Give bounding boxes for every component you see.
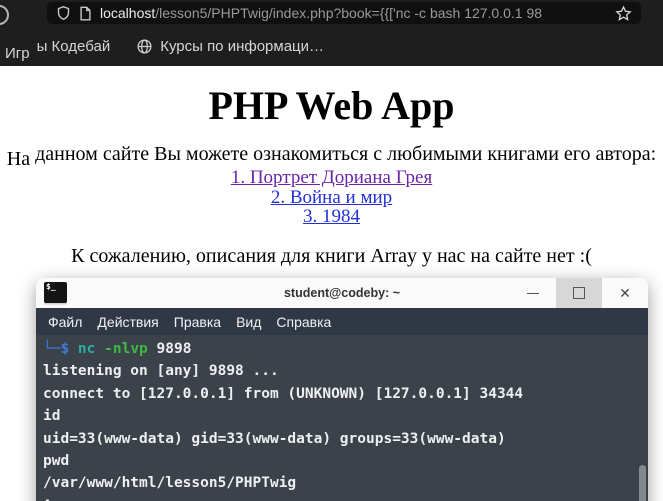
- book-link[interactable]: 2. Война и мир: [0, 187, 663, 208]
- page-title: PHP Web App: [208, 83, 455, 128]
- maximize-icon: [573, 287, 585, 299]
- intro-prefix: На: [6, 148, 31, 170]
- address-bar[interactable]: localhost/lesson5/PHPTwig/index.php?book…: [47, 2, 641, 24]
- book-links: 1. Портрет Дориана Грея 2. Война и мир 3. …: [0, 168, 663, 227]
- bookmark-label-prefix: Игр: [5, 44, 30, 62]
- terminal-line: Ao: [43, 495, 648, 501]
- bookmark-star-icon[interactable]: [615, 4, 632, 22]
- terminal-menu-item[interactable]: Вид: [236, 314, 261, 330]
- minimize-icon: [527, 292, 539, 294]
- screen: localhost/lesson5/PHPTwig/index.php?book…: [0, 0, 663, 501]
- minimize-button[interactable]: [510, 278, 556, 308]
- terminal-window: $_ student@codeby: ~ ✕ Файл Действия Правк…: [36, 278, 648, 501]
- window-controls: ✕: [510, 278, 648, 308]
- terminal-menubar: Файл Действия Правка Вид Справка: [36, 308, 648, 335]
- url-path: /lesson5/PHPTwig/index.php?book={{['nc -…: [155, 5, 543, 21]
- scrollbar-thumb[interactable]: [639, 465, 646, 501]
- partial-circle-icon: [0, 5, 9, 25]
- browser-toolbar: localhost/lesson5/PHPTwig/index.php?book…: [0, 0, 663, 26]
- terminal-line: pwd: [43, 453, 70, 470]
- terminal-line: └─$ nc -nlvp 9898: [43, 341, 192, 357]
- bookmark-label: Курсы по информаци…: [160, 37, 325, 55]
- url-text[interactable]: localhost/lesson5/PHPTwig/index.php?book…: [100, 2, 607, 24]
- url-host: localhost: [100, 5, 156, 21]
- toolbar-notch: [0, 40, 30, 47]
- terminal-titlebar[interactable]: $_ student@codeby: ~ ✕: [36, 278, 648, 308]
- no-description-text: К сожалению, описания для книги Array у …: [71, 244, 592, 267]
- bookmark-item-kursy[interactable]: Курсы по информаци…: [136, 38, 324, 55]
- terminal-menu-item[interactable]: Справка: [276, 314, 331, 330]
- terminal-menu-item[interactable]: Действия: [97, 314, 158, 330]
- terminal-line: id: [43, 408, 61, 425]
- close-icon: ✕: [619, 284, 631, 301]
- terminal-menu-item[interactable]: Файл: [48, 314, 82, 330]
- terminal-line: connect to [127.0.0.1] from (UNKNOWN) [1…: [43, 385, 524, 402]
- terminal-menu-item[interactable]: Правка: [174, 314, 221, 330]
- shield-icon[interactable]: [56, 5, 71, 21]
- book-link[interactable]: 3. 1984: [0, 207, 663, 227]
- intro-text: На данном сайте Вы можете ознакомиться с…: [0, 143, 663, 170]
- terminal-line: listening on [any] 9898 ...: [43, 363, 279, 380]
- globe-icon: [136, 38, 153, 55]
- page-icon[interactable]: [79, 6, 92, 21]
- terminal-line: uid=33(www-data) gid=33(www-data) groups…: [43, 430, 506, 447]
- book-link[interactable]: 1. Портрет Дориана Грея: [0, 168, 663, 188]
- terminal-body: └─$ nc -nlvp 9898 listening on [any] 9898…: [36, 335, 648, 501]
- terminal-output: └─$ nc -nlvp 9898 listening on [any] 9898…: [43, 338, 648, 501]
- close-button[interactable]: ✕: [602, 278, 648, 308]
- intro-rest: данном сайте Вы можете ознакомиться с лю…: [30, 143, 657, 165]
- maximize-button[interactable]: [556, 278, 602, 308]
- bookmarks-bar: Игр ы Кодебай Курсы по информаци…: [0, 26, 663, 66]
- terminal-line: /var/www/html/lesson5/PHPTwig: [43, 475, 297, 492]
- bookmark-label-rest: ы Кодебай: [36, 37, 111, 55]
